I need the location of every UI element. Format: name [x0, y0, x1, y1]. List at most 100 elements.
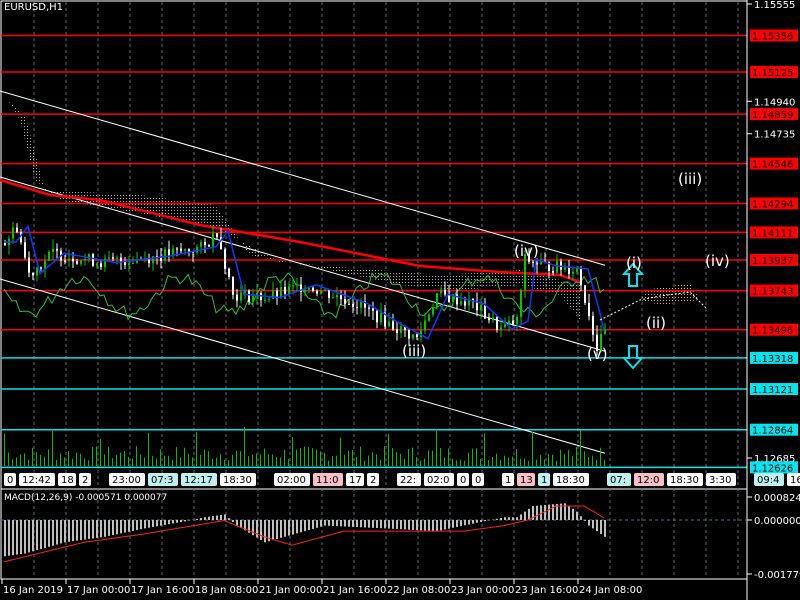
volume-bar — [404, 459, 405, 466]
candle-body — [112, 257, 114, 259]
macd-histogram-bar — [276, 520, 278, 539]
session-tag-label: 3:30 — [709, 475, 731, 486]
wave-label: (iii) — [402, 342, 427, 360]
volume-bar — [464, 460, 465, 466]
volume-bar — [420, 460, 421, 466]
macd-histogram-bar — [316, 520, 318, 528]
macd-histogram-bar — [88, 520, 90, 539]
resistance-price: 1.14546 — [752, 160, 793, 171]
resistance-price: 1.14294 — [752, 199, 793, 210]
volume-bar — [188, 453, 189, 466]
macd-histogram-bar — [360, 520, 362, 528]
candle-body — [100, 263, 102, 267]
arrow-down-icon — [621, 345, 645, 370]
volume-bar — [500, 460, 501, 466]
macd-histogram-bar — [148, 520, 150, 528]
macd-histogram-bar — [208, 516, 210, 520]
volume-bar — [80, 453, 81, 466]
candle-body — [360, 301, 362, 308]
macd-histogram-bar — [204, 517, 206, 520]
macd-histogram-bar — [288, 520, 290, 536]
volume-bar — [324, 452, 325, 466]
volume-bar — [148, 432, 149, 466]
macd-histogram-bar — [332, 520, 334, 526]
volume-bar — [248, 456, 249, 466]
time-label: 16 Jan 2019 — [3, 585, 63, 596]
macd-histogram-bar — [388, 520, 390, 529]
macd-histogram-bar — [284, 520, 286, 537]
volume-bar — [84, 458, 85, 466]
macd-histogram-bar — [120, 520, 122, 534]
volume-bar — [392, 447, 393, 466]
macd-histogram-bar — [600, 520, 602, 534]
macd-histogram-bar — [380, 520, 382, 529]
macd-histogram-bar — [152, 520, 154, 527]
volume-bar — [592, 455, 593, 466]
candle-body — [264, 299, 266, 301]
volume-bar — [576, 447, 577, 466]
candle-body — [412, 334, 414, 339]
time-label: 22 Jan 08:00 — [387, 585, 450, 596]
candle-body — [368, 307, 370, 309]
volume-bar — [264, 448, 265, 466]
candle-body — [68, 258, 70, 261]
macd-histogram-bar — [36, 520, 38, 551]
volume-bar — [388, 434, 389, 466]
candle-body — [76, 261, 78, 264]
candle-body — [304, 289, 306, 292]
volume-bar — [364, 460, 365, 466]
candle-body — [552, 270, 554, 273]
candle-body — [312, 287, 314, 291]
macd-histogram-bar — [516, 517, 518, 520]
volume-bar — [232, 454, 233, 466]
macd-histogram-bar — [312, 520, 314, 529]
volume-bar — [228, 460, 229, 466]
price-chart[interactable]: 16 Jan 2019 17 Jan 00:00 17 Jan 16:00 18 Ja… — [0, 0, 800, 600]
candle-body — [292, 285, 294, 287]
volume-bar — [528, 460, 529, 466]
volume-bar — [312, 448, 313, 466]
volume-bar — [176, 447, 177, 466]
macd-histogram-bar — [504, 517, 506, 520]
price-axis-label: 1.14940 — [754, 97, 795, 108]
macd-histogram-bar — [372, 520, 374, 528]
candle-body — [392, 321, 394, 330]
volume-bar — [252, 454, 253, 466]
volume-bar — [412, 447, 413, 466]
resistance-price: 1.15125 — [752, 68, 793, 79]
candle-body — [516, 316, 518, 325]
macd-histogram-bar — [576, 511, 578, 520]
volume-bar — [88, 460, 89, 466]
macd-histogram-bar — [588, 520, 590, 526]
volume-bar — [428, 450, 429, 466]
projected-cloud — [640, 283, 700, 305]
candle-body — [236, 294, 238, 301]
candle-body — [184, 249, 186, 251]
candle-body — [400, 326, 402, 333]
candle-body — [564, 267, 566, 270]
volume-bar — [240, 451, 241, 466]
macd-histogram-bar — [132, 520, 134, 531]
session-tag-label: 11:0 — [316, 475, 338, 486]
candle-body — [116, 257, 118, 259]
candle-body — [576, 268, 578, 272]
candle-body — [504, 324, 506, 328]
candle-body — [316, 290, 318, 294]
volume-bar — [308, 447, 309, 466]
candle-body — [464, 301, 466, 306]
candle-body — [268, 298, 270, 300]
resistance-price: 1.13937 — [752, 256, 793, 267]
volume-bar — [288, 459, 289, 466]
volume-bar — [520, 458, 521, 466]
macd-histogram-bar — [580, 516, 582, 520]
volume-bar — [340, 437, 341, 466]
volume-bar — [544, 459, 545, 466]
chart-title: EURUSD,H1 — [4, 2, 64, 13]
candle-body — [480, 305, 482, 311]
candle-body — [488, 318, 490, 321]
support-price: 1.13121 — [752, 385, 793, 396]
volume-bar — [344, 455, 345, 466]
volume-bar — [316, 449, 317, 466]
volume-bar — [4, 433, 5, 466]
candle-body — [228, 268, 230, 278]
